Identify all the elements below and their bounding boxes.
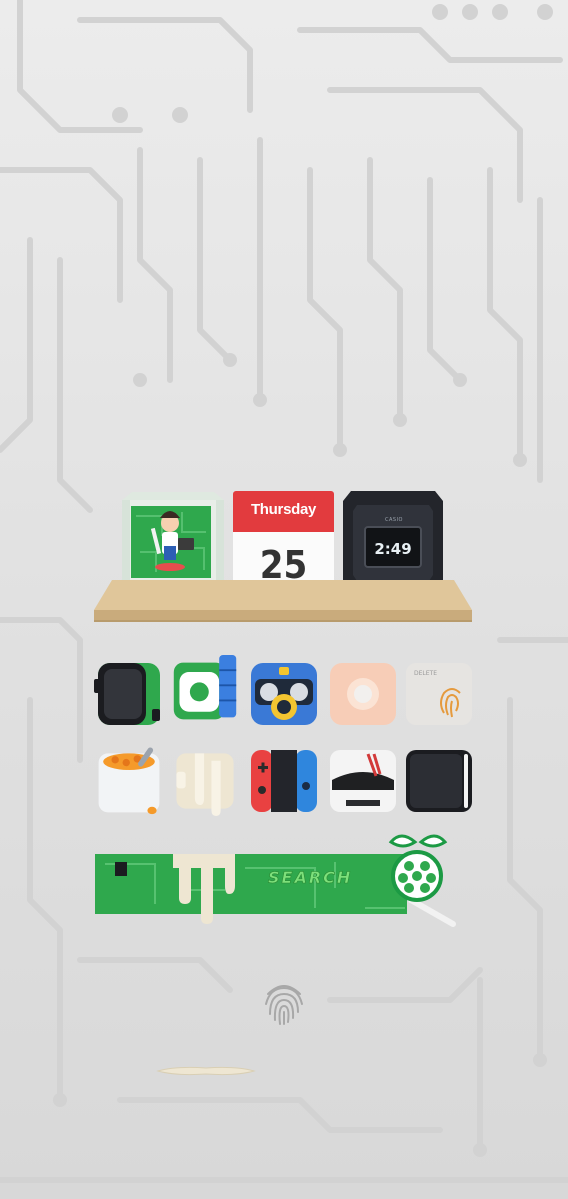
stormtrooper-icon[interactable] — [328, 746, 398, 816]
phone-case-icon[interactable] — [94, 659, 164, 729]
fingerprint-scanner-icon[interactable]: DELETE — [404, 659, 474, 729]
fingerprint-icon[interactable] — [262, 976, 306, 1026]
game-controller-icon[interactable] — [249, 746, 319, 816]
figure-display-case-widget[interactable] — [122, 492, 224, 592]
svg-text:DELETE: DELETE — [414, 670, 437, 677]
dock-handle[interactable] — [156, 1064, 256, 1078]
camera-robot-icon[interactable] — [249, 659, 319, 729]
wooden-shelf — [94, 580, 472, 622]
calendar-day: Thursday — [250, 501, 317, 518]
black-phone-icon[interactable] — [404, 746, 474, 816]
push-button-icon[interactable] — [328, 659, 398, 729]
watch-time: 2:49 — [374, 540, 412, 558]
watch-brand: CASIO — [385, 517, 403, 523]
search-label: SEARCH — [268, 868, 353, 888]
paint-drip-icon[interactable] — [170, 746, 240, 816]
soup-bowl-icon[interactable] — [94, 746, 164, 816]
rubiks-cube-icon[interactable] — [170, 655, 240, 725]
